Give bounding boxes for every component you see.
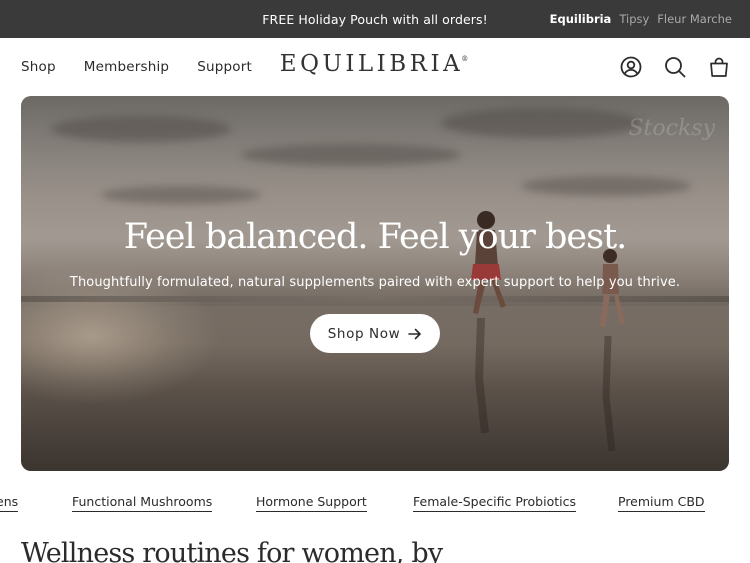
brand-link-tipsy[interactable]: Tipsy	[619, 12, 649, 26]
cart-icon[interactable]	[708, 56, 730, 78]
brand-link-fleur-marche[interactable]: Fleur Marche	[657, 12, 732, 26]
category-link-female-probiotics[interactable]: Female-Specific Probiotics	[413, 494, 576, 512]
cloud	[51, 116, 231, 142]
brand-switcher: Equilibria Tipsy Fleur Marche	[550, 0, 732, 38]
category-link-functional-mushrooms[interactable]: Functional Mushrooms	[72, 494, 213, 512]
brand-link-equilibria[interactable]: Equilibria	[550, 12, 612, 26]
category-link-hormone-support[interactable]: Hormone Support	[256, 494, 367, 512]
logo-registered-mark: ®	[461, 55, 469, 63]
category-strip: ens Functional Mushrooms Hormone Support…	[0, 494, 750, 516]
category-link-partial[interactable]: ens	[0, 494, 19, 512]
category-link-premium-cbd[interactable]: Premium CBD	[618, 494, 705, 512]
announcement-bar: FREE Holiday Pouch with all orders! Equi…	[0, 0, 750, 38]
stock-watermark: Stocksy	[628, 116, 715, 141]
cloud	[521, 176, 691, 196]
logo-text: EQUILIBRIA	[279, 51, 464, 77]
account-icon[interactable]	[620, 56, 642, 78]
cloud	[441, 108, 641, 138]
shop-now-label: Shop Now	[327, 325, 401, 342]
hero-subtitle: Thoughtfully formulated, natural supplem…	[69, 275, 681, 290]
cloud	[101, 186, 261, 204]
announcement-message: FREE Holiday Pouch with all orders!	[262, 11, 488, 27]
cloud	[241, 144, 461, 166]
site-header: Shop Membership Support EQUILIBRIA®	[0, 38, 750, 96]
hero-title: Feel balanced. Feel your best.	[123, 217, 628, 257]
header-actions	[620, 38, 730, 96]
section-headline: Wellness routines for women, by	[21, 538, 443, 563]
hero-banner: Stocksy Feel balanced. Feel your best. T…	[21, 96, 729, 471]
search-icon[interactable]	[664, 56, 686, 78]
arrow-right-icon	[408, 328, 422, 339]
shop-now-button[interactable]: Shop Now	[310, 314, 440, 353]
